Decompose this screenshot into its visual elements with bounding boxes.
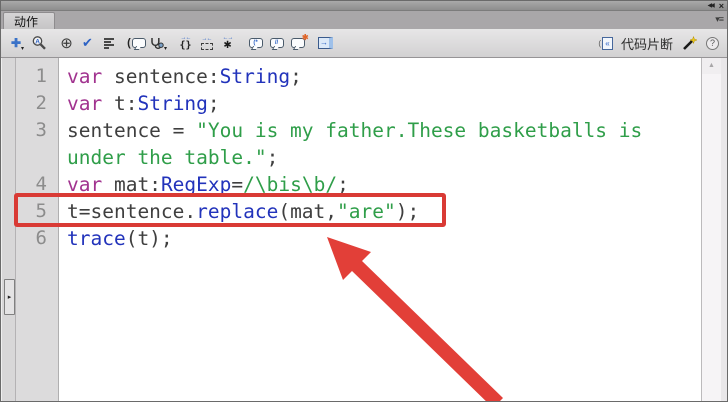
orange-star-icon: ✱ <box>301 33 309 42</box>
code-line-4: var mat:RegExp=/\bis\b/; <box>59 171 701 198</box>
code-editor[interactable]: var sentence:String; var t:String; sente… <box>59 58 701 401</box>
snippet-document-icon: « <box>601 37 613 50</box>
code-segment: mat: <box>102 173 161 196</box>
tab-actions[interactable]: 动作 <box>3 12 56 29</box>
line-number: 5 <box>35 200 47 222</box>
splitter-expand-button[interactable]: ▸ <box>4 279 15 315</box>
line-number: 4 <box>35 173 47 195</box>
code-segment: ; <box>266 146 279 169</box>
code-segment: sentence = <box>67 119 197 142</box>
target-crosshair-icon: ⊕ <box>60 35 73 52</box>
line-number: 1 <box>35 65 47 87</box>
line-comment-bubble-icon: // <box>269 38 284 48</box>
chevron-down-icon: ▾ <box>21 45 25 52</box>
search-icon: A <box>32 36 46 50</box>
tab-strip: 动作 ▾≡ <box>1 11 727 29</box>
asterisk-icon: ✱ <box>223 40 232 51</box>
code-segment: ; <box>207 92 220 115</box>
code-segment: replace <box>196 200 279 223</box>
remove-comment-bubble-icon: ✱ <box>290 34 309 48</box>
block-comment-bubble-icon: (* <box>248 38 263 48</box>
code-segment: ; <box>337 173 349 196</box>
code-segment: String <box>137 92 208 115</box>
chevron-down-icon: ▾ <box>164 45 168 52</box>
line-number: 3 <box>35 119 47 141</box>
code-line-1: var sentence:String; <box>59 63 701 90</box>
expand-all-button[interactable]: ←→ ✱ <box>217 32 238 55</box>
magic-wand-icon[interactable] <box>681 35 698 52</box>
checkmark-icon: ✔ <box>82 35 93 50</box>
line-number: 6 <box>35 227 47 249</box>
format-lines-icon <box>103 38 114 49</box>
collapse-selection-button[interactable]: →← <box>196 32 217 55</box>
debug-stethoscope-icon <box>151 37 164 49</box>
code-segment: under the table." <box>67 146 267 169</box>
code-segment: var <box>67 173 103 196</box>
add-script-button[interactable]: ✚ ▾ <box>7 32 28 55</box>
check-syntax-button[interactable]: ✔ <box>77 32 98 55</box>
code-segment: "are" <box>337 200 396 223</box>
apply-block-comment-button[interactable]: (* <box>245 32 266 55</box>
code-segment: = <box>231 173 244 196</box>
help-icon[interactable]: ? <box>706 37 719 50</box>
code-segment: ; <box>290 65 302 88</box>
code-segment: String <box>219 65 291 88</box>
code-segment: t: <box>102 92 138 115</box>
braces-icon: {} <box>179 40 192 51</box>
show-code-hint-button[interactable]: ( <box>126 32 147 55</box>
script-pane-body: ▸ 1 2 3 4 5 6 var sentence:String; var t… <box>1 58 727 401</box>
line-number: 2 <box>35 92 47 114</box>
panel-right-edge <box>721 58 727 401</box>
code-segment: (mat, <box>278 200 338 223</box>
code-segment: ); <box>395 200 420 223</box>
insert-target-path-button[interactable]: ⊕ <box>56 32 77 55</box>
vertical-scrollbar[interactable]: ▲ <box>701 58 721 401</box>
code-segment: t=sentence. <box>67 200 197 223</box>
panel-title-bar: ◀◀ × <box>1 1 727 11</box>
find-button[interactable]: A <box>28 32 49 55</box>
scroll-up-button[interactable]: ▲ <box>702 58 721 74</box>
actions-panel: ◀◀ × 动作 ▾≡ ✚ ▾ A ⊕ ✔ (▾ →← {} →← ←→ ✱ (… <box>0 0 728 402</box>
line-number <box>16 144 58 171</box>
panel-menu-icon[interactable]: ▾≡ <box>715 14 724 25</box>
code-segment: sentence: <box>102 65 220 88</box>
code-line-3-wrap: under the table."; <box>59 144 701 171</box>
auto-format-button[interactable] <box>98 32 119 55</box>
code-line-5: t=sentence.replace(mat,"are"); <box>59 198 701 225</box>
plus-icon: ✚ <box>10 36 22 50</box>
code-segment: trace <box>67 227 126 250</box>
close-icon[interactable]: × <box>719 1 724 11</box>
script-toolbar: ✚ ▾ A ⊕ ✔ (▾ →← {} →← ←→ ✱ (* // ✱ → (… <box>1 29 727 58</box>
show-hide-toolbox-button[interactable]: → <box>315 32 336 55</box>
code-segment: "You is my father.These basketballs is <box>196 119 643 142</box>
inward-arrows-icon: →← <box>201 36 213 42</box>
apply-line-comment-button[interactable]: // <box>266 32 287 55</box>
code-hint-bubble-icon <box>131 38 146 48</box>
code-segment: /\bis\b/ <box>243 173 338 196</box>
left-pane-splitter[interactable]: ▸ <box>1 58 16 401</box>
collapse-to-icons-button[interactable]: ◀◀ <box>708 1 715 11</box>
code-snippets-label[interactable]: 代码片断 <box>621 34 673 53</box>
code-segment: RegExp <box>160 173 232 196</box>
debug-options-button[interactable]: ▾ <box>147 32 168 55</box>
code-line-2: var t:String; <box>59 90 701 117</box>
remove-comment-button[interactable]: ✱ <box>287 32 309 55</box>
collapse-between-braces-button[interactable]: →← {} <box>175 32 196 55</box>
code-segment: (t); <box>125 227 173 250</box>
code-segment: var <box>67 65 103 88</box>
code-line-3: sentence = "You is my father.These baske… <box>59 117 701 144</box>
code-segment: var <box>67 92 103 115</box>
code-line-6: trace(t); <box>59 225 701 252</box>
tab-actions-label: 动作 <box>14 14 39 29</box>
svg-text:A: A <box>35 38 40 45</box>
toolbox-panel-icon: → <box>318 37 334 49</box>
line-number-gutter: 1 2 3 4 5 6 <box>16 58 59 401</box>
dashed-selection-icon <box>200 43 213 50</box>
paren-glyph: ( <box>127 37 131 49</box>
code-snippets-button[interactable]: ( « <box>598 37 613 50</box>
snippet-paren-glyph: ( <box>598 39 601 48</box>
